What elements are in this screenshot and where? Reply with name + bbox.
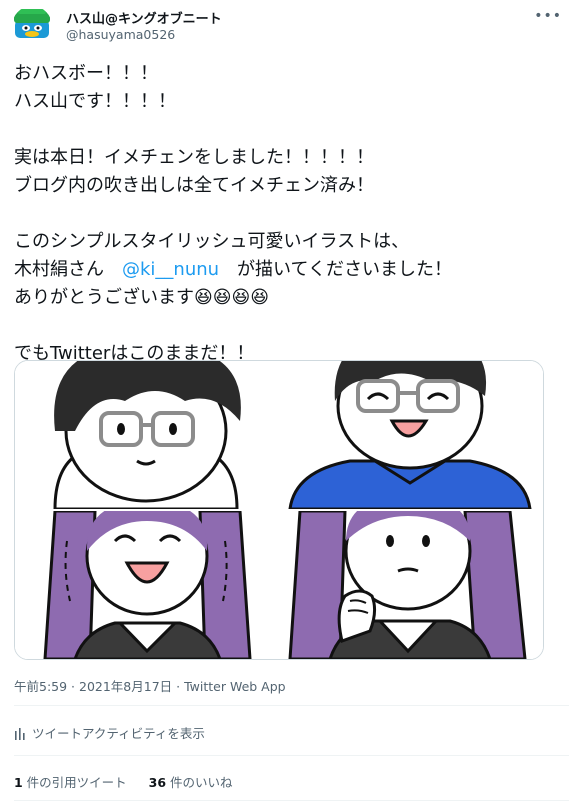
user-handle[interactable]: @hasuyama0526	[66, 27, 175, 42]
illustration-girl-thinking	[280, 511, 543, 659]
tweet-line: おハスボー！！！	[14, 63, 158, 84]
media-image-4[interactable]	[280, 511, 543, 659]
tweet-line: ありがとうございます😆😆😆😆	[14, 287, 270, 308]
like-count: 36	[148, 775, 167, 790]
illustration-boy-smiling	[280, 361, 543, 509]
engagement-stats: 1 件の引用ツイート 36 件のいいね	[14, 772, 251, 791]
mention-link[interactable]: @ki__nunu	[122, 259, 219, 280]
like-label: 件のいいね	[166, 775, 233, 790]
media-image-2[interactable]	[280, 361, 543, 509]
avatar-image	[12, 6, 52, 46]
tweet-text-segment: が描いてくださいました！	[219, 259, 452, 280]
illustration-girl-smiling	[15, 511, 278, 659]
likes-stat[interactable]: 36 件のいいね	[149, 775, 233, 790]
tweet-line: このシンプルスタイリッシュ可愛いイラストは、	[14, 231, 410, 252]
tweet-header: ハス山@キングオブニート @hasuyama0526 •••	[12, 6, 572, 46]
avatar[interactable]	[12, 6, 52, 46]
tweet-timestamp[interactable]: 午前5:59 · 2021年8月17日 · Twitter Web App	[14, 676, 286, 695]
media-grid	[14, 360, 544, 660]
tweet-line: ハス山です！！！！	[14, 91, 176, 112]
analytics-icon	[14, 727, 26, 743]
tweet-text: おハスボー！！！ ハス山です！！！！ 実は本日！イメチェンをしました！！！！！ …	[14, 60, 559, 368]
tweet-text-segment: 木村絹さん	[14, 259, 122, 280]
tweet-line: ブログ内の吹き出しは全てイメチェン済み！	[14, 175, 374, 196]
quote-tweets-stat[interactable]: 1 件の引用ツイート	[14, 775, 127, 790]
quote-count: 1	[14, 775, 23, 790]
divider	[14, 755, 569, 756]
media-image-3[interactable]	[15, 511, 278, 659]
tweet-activity-label: ツイートアクティビティを表示	[32, 726, 205, 741]
divider	[14, 800, 569, 801]
quote-label: 件の引用ツイート	[22, 775, 127, 790]
tweet-line: 実は本日！イメチェンをしました！！！！！	[14, 147, 374, 168]
display-name[interactable]: ハス山@キングオブニート	[66, 8, 222, 27]
illustration-boy-neutral	[15, 361, 278, 509]
more-options-button[interactable]: •••	[534, 8, 562, 24]
media-image-1[interactable]	[15, 361, 278, 509]
tweet-line-mention: 木村絹さん @ki__nunu が描いてくださいました！	[14, 256, 559, 284]
divider	[14, 705, 569, 706]
tweet-activity-link[interactable]: ツイートアクティビティを表示	[14, 723, 205, 743]
